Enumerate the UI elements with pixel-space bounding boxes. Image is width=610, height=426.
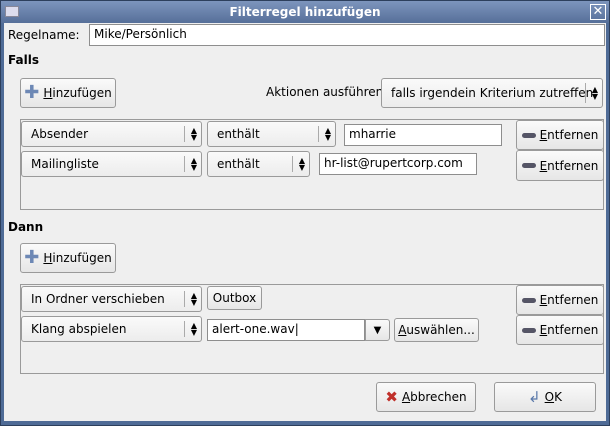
criterion-value-input[interactable]: hr-list@rupertcorp.com bbox=[319, 153, 477, 175]
minus-icon bbox=[521, 163, 536, 168]
action-type-combo[interactable]: Klang abspielen ▲ ▼ bbox=[21, 316, 202, 342]
actions-label: Aktionen ausführen bbox=[266, 85, 384, 99]
criterion-field-combo[interactable]: Absender ▲ ▼ bbox=[21, 121, 202, 147]
minus-icon bbox=[521, 132, 536, 138]
choose-file-button[interactable]: Auswählen... bbox=[394, 318, 479, 342]
criterion-field-combo[interactable]: Mailingliste ▲ ▼ bbox=[21, 151, 202, 177]
title-bar[interactable]: Filterregel hinzufügen ✕ bbox=[1, 1, 609, 23]
remove-action-button[interactable]: Entfernen bbox=[516, 315, 604, 345]
cancel-button[interactable]: ✖ Abbrechen bbox=[376, 382, 476, 412]
add-action-button[interactable]: ✚ Hinzufügen bbox=[20, 243, 116, 273]
add-criterion-button[interactable]: ✚ Hinzufügen bbox=[20, 78, 116, 108]
sound-file-input[interactable]: alert-one.wav| bbox=[207, 319, 365, 341]
window-title: Filterregel hinzufügen bbox=[229, 5, 381, 19]
dropdown-arrow-icon[interactable]: ▼ bbox=[365, 319, 390, 341]
dialog-window: Filterregel hinzufügen ✕ Regelname: Mike… bbox=[0, 0, 610, 426]
plus-icon: ✚ bbox=[24, 82, 40, 103]
criteria-frame: Absender ▲ ▼ enthält ▲ ▼ mharrie Entfernen M… bbox=[20, 119, 604, 210]
mail-icon bbox=[5, 6, 19, 17]
updown-icon: ▲ ▼ bbox=[591, 85, 598, 101]
criterion-operator-combo[interactable]: enthält ▲ ▼ bbox=[207, 121, 336, 147]
criterion-value-input[interactable]: mharrie bbox=[344, 124, 502, 146]
falls-heading: Falls bbox=[8, 53, 39, 67]
ok-enter-icon: ↲ bbox=[528, 388, 541, 406]
rule-name-label: Regelname: bbox=[8, 28, 80, 42]
remove-action-button[interactable]: Entfernen bbox=[516, 285, 604, 315]
cancel-x-icon: ✖ bbox=[385, 388, 398, 406]
ok-button[interactable]: ↲ OK bbox=[494, 382, 596, 412]
remove-criterion-button[interactable]: Entfernen bbox=[516, 150, 604, 181]
minus-icon bbox=[521, 327, 536, 333]
folder-button[interactable]: Outbox bbox=[207, 286, 262, 310]
criterion-operator-combo[interactable]: enthält ▲ ▼ bbox=[207, 151, 310, 177]
dialog-body: Regelname: Mike/Persönlich Falls ✚ Hinzu… bbox=[4, 23, 606, 421]
close-icon[interactable]: ✕ bbox=[590, 4, 606, 20]
plus-icon: ✚ bbox=[24, 247, 40, 268]
rule-name-input[interactable]: Mike/Persönlich bbox=[89, 24, 605, 46]
dann-heading: Dann bbox=[8, 220, 44, 234]
actions-frame: In Ordner verschieben ▲ ▼ Outbox Entfernen… bbox=[20, 284, 604, 374]
action-type-combo[interactable]: In Ordner verschieben ▲ ▼ bbox=[21, 286, 202, 312]
minus-icon bbox=[521, 297, 536, 303]
remove-criterion-button[interactable]: Entfernen bbox=[516, 120, 604, 150]
match-mode-combo[interactable]: falls irgendein Kriterium zutreffen ▲ ▼ bbox=[381, 78, 603, 108]
